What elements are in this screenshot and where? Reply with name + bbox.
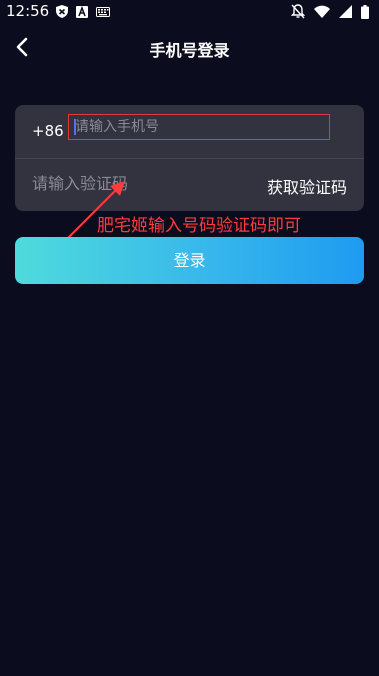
page-title: 手机号登录 xyxy=(149,41,230,60)
phone-input[interactable] xyxy=(68,114,330,140)
nav-bar: 手机号登录 xyxy=(0,24,379,70)
status-right-icons xyxy=(291,4,369,19)
divider xyxy=(15,158,364,159)
wifi-icon xyxy=(314,5,330,18)
keyboard-icon xyxy=(96,6,110,17)
signal-icon xyxy=(339,5,352,18)
a-icon xyxy=(76,5,88,18)
status-time: 12:56 xyxy=(6,2,50,20)
text-cursor xyxy=(74,119,76,135)
battery-icon xyxy=(361,4,369,19)
login-button[interactable]: 登录 xyxy=(15,237,364,284)
shield-icon xyxy=(56,5,68,18)
login-form-card: +86 获取验证码 xyxy=(15,105,364,211)
get-code-button[interactable]: 获取验证码 xyxy=(267,174,347,198)
verification-code-input[interactable] xyxy=(32,171,232,195)
annotation-text: 肥宅姬输入号码验证码即可 xyxy=(97,216,301,236)
status-bar: 12:56 xyxy=(0,0,379,24)
country-code[interactable]: +86 xyxy=(32,122,64,140)
status-left-icons xyxy=(56,5,110,18)
bell-off-icon xyxy=(291,4,305,19)
